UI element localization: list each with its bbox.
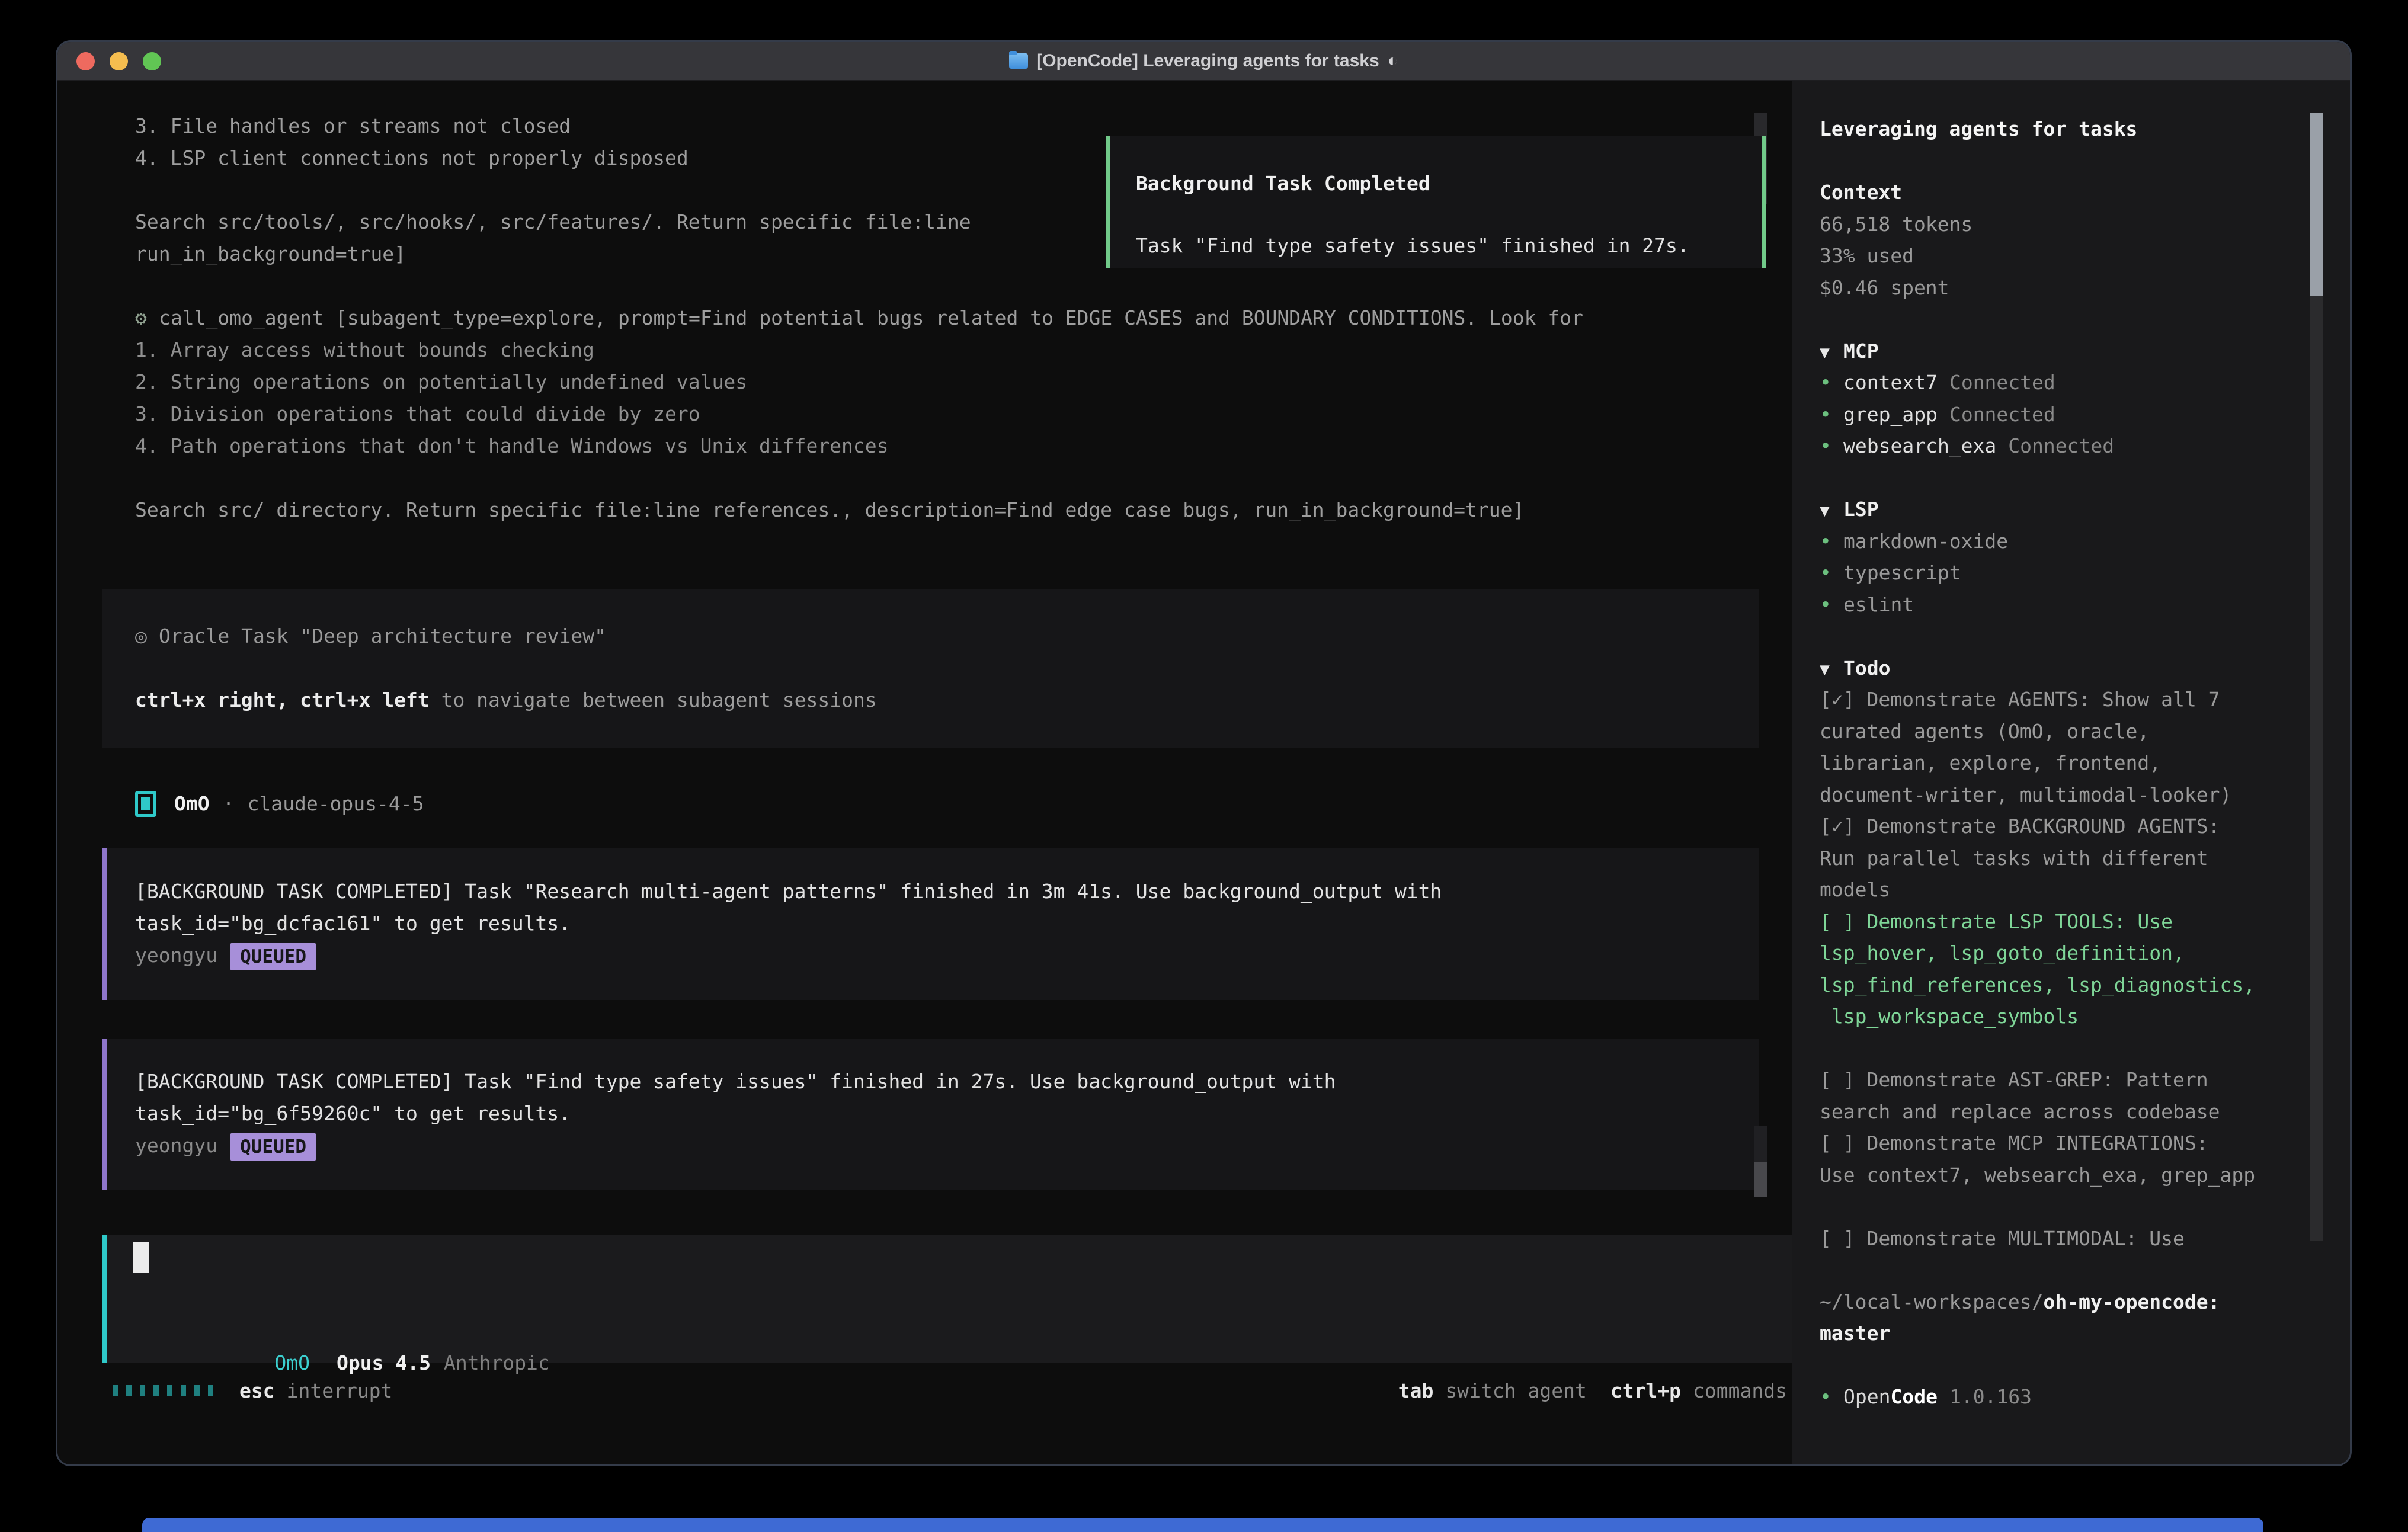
task-author: yeongyu bbox=[135, 1134, 217, 1157]
agent-status-icon bbox=[135, 791, 156, 817]
main-scrollbar-thumb[interactable] bbox=[1754, 1162, 1767, 1197]
task-message-line: [BACKGROUND TASK COMPLETED] Task "Find t… bbox=[107, 1066, 1759, 1098]
todo-item-active: [ ] Demonstrate LSP TOOLS: Use lsp_hover… bbox=[1792, 906, 2350, 1033]
bullet-icon: • bbox=[1820, 589, 1843, 621]
model-indicator: OmOOpus 4.5Anthropic bbox=[133, 1315, 550, 1347]
bullet-icon: • bbox=[1820, 525, 1843, 557]
todo-item: [ ] Demonstrate AST-GREP: Pattern search… bbox=[1792, 1064, 2350, 1127]
ctrlp-key-hint: ctrl+p bbox=[1610, 1379, 1681, 1402]
window-titlebar[interactable]: [OpenCode] Leveraging agents for tasks ◐ bbox=[57, 42, 2350, 81]
section-todo[interactable]: ▼Todo bbox=[1792, 652, 2350, 684]
log-line: 3. Division operations that could divide… bbox=[57, 398, 1792, 430]
tool-call-text: call_omo_agent [subagent_type=explore, p… bbox=[159, 306, 1583, 329]
ctrlp-key-label: commands bbox=[1693, 1379, 1787, 1402]
session-indicator-icon: ◐ bbox=[1388, 51, 1398, 71]
tool-call-line: ⚙call_omo_agent [subagent_type=explore, … bbox=[57, 302, 1792, 334]
log-line: 2. String operations on potentially unde… bbox=[57, 366, 1792, 398]
section-lsp[interactable]: ▼LSP bbox=[1792, 493, 2350, 525]
toast-body: Task "Find type safety issues" finished … bbox=[1110, 230, 1762, 262]
context-heading: Context bbox=[1792, 177, 2350, 209]
todo-item: [ ] Demonstrate MCP INTEGRATIONS: Use co… bbox=[1792, 1127, 2350, 1191]
log-line: 4. Path operations that don't handle Win… bbox=[57, 430, 1792, 462]
session-title: Leveraging agents for tasks bbox=[1792, 113, 2350, 145]
toast-title: Background Task Completed bbox=[1110, 168, 1762, 200]
mcp-item: •context7Connected bbox=[1792, 367, 2350, 399]
hint-text: to navigate between subagent sessions bbox=[430, 688, 877, 711]
main-scrollbar-track[interactable] bbox=[1754, 1126, 1767, 1162]
desktop: [OpenCode] Leveraging agents for tasks ◐… bbox=[0, 0, 2408, 1532]
todo-item: [✓] Demonstrate BACKGROUND AGENTS: Run p… bbox=[1792, 810, 2350, 906]
task-footer: yeongyu QUEUED bbox=[107, 940, 1759, 972]
bullet-icon: • bbox=[1820, 399, 1843, 431]
agent-header: OmO · claude-opus-4-5 bbox=[57, 788, 1792, 820]
hint-keys: ctrl+x right, ctrl+x left bbox=[135, 688, 430, 711]
status-badge: QUEUED bbox=[230, 943, 316, 970]
tab-key-label: switch agent bbox=[1445, 1379, 1586, 1402]
text-cursor bbox=[133, 1242, 149, 1273]
maximize-button[interactable] bbox=[143, 52, 161, 70]
bullet-icon: • bbox=[1820, 367, 1843, 399]
close-button[interactable] bbox=[76, 52, 95, 70]
chat-pane: 3. File handles or streams not closed 4.… bbox=[57, 81, 1792, 1464]
esc-key-label: interrupt bbox=[287, 1379, 393, 1402]
gear-icon: ⚙ bbox=[135, 302, 159, 334]
minimize-button[interactable] bbox=[110, 52, 128, 70]
toast-notification[interactable]: Background Task Completed Task "Find typ… bbox=[1106, 136, 1766, 268]
context-tokens: 66,518 tokens bbox=[1792, 209, 2350, 241]
context-used: 33% used bbox=[1792, 240, 2350, 272]
sidebar: Leveraging agents for tasks Context 66,5… bbox=[1792, 81, 2350, 1464]
window-title-text: [OpenCode] Leveraging agents for tasks bbox=[1036, 51, 1379, 71]
mcp-item: •grep_appConnected bbox=[1792, 399, 2350, 431]
status-bar: esc interrupt tab switch agent ctrl+p co… bbox=[113, 1374, 1787, 1406]
document-icon bbox=[1009, 53, 1028, 69]
dot-separator: · bbox=[223, 788, 235, 820]
oracle-task-card[interactable]: ◎Oracle Task "Deep architecture review" … bbox=[102, 589, 1759, 748]
oracle-nav-hint: ctrl+x right, ctrl+x left to navigate be… bbox=[102, 684, 1759, 716]
task-message-line: task_id="bg_6f59260c" to get results. bbox=[107, 1098, 1759, 1130]
task-footer: yeongyu QUEUED bbox=[107, 1130, 1759, 1162]
oracle-task-title: ◎Oracle Task "Deep architecture review" bbox=[102, 620, 1759, 652]
agent-name: OmO bbox=[174, 788, 210, 820]
bullet-icon: • bbox=[1820, 430, 1843, 462]
radio-ring-icon: ◎ bbox=[135, 620, 159, 652]
task-message-line: [BACKGROUND TASK COMPLETED] Task "Resear… bbox=[107, 876, 1759, 908]
lsp-item: •markdown-oxide bbox=[1792, 525, 2350, 557]
chevron-down-icon: ▼ bbox=[1820, 495, 1843, 527]
lsp-item: •eslint bbox=[1792, 589, 2350, 621]
active-agent-label: OmO bbox=[274, 1351, 310, 1374]
todo-item: [ ] Demonstrate MULTIMODAL: Use bbox=[1792, 1223, 2350, 1255]
mcp-item: •websearch_exaConnected bbox=[1792, 430, 2350, 462]
sidebar-scrollbar-thumb[interactable] bbox=[2310, 113, 2323, 296]
terminal-window: [OpenCode] Leveraging agents for tasks ◐… bbox=[57, 42, 2350, 1464]
context-spent: $0.46 spent bbox=[1792, 272, 2350, 304]
traffic-lights bbox=[76, 42, 161, 80]
bullet-icon: • bbox=[1820, 557, 1843, 589]
app-version: •OpenCode1.0.163 bbox=[1792, 1381, 2350, 1413]
model-name: Opus 4.5 bbox=[337, 1351, 431, 1374]
workspace-branch: master bbox=[1792, 1318, 2350, 1350]
provider-name: Anthropic bbox=[444, 1351, 550, 1374]
task-message-line: task_id="bg_dcfac161" to get results. bbox=[107, 908, 1759, 940]
lsp-item: •typescript bbox=[1792, 557, 2350, 589]
window-title: [OpenCode] Leveraging agents for tasks ◐ bbox=[1009, 51, 1398, 71]
log-line: 1. Array access without bounds checking bbox=[57, 334, 1792, 366]
chevron-down-icon: ▼ bbox=[1820, 653, 1843, 685]
background-task-card[interactable]: [BACKGROUND TASK COMPLETED] Task "Find t… bbox=[102, 1039, 1759, 1190]
section-mcp[interactable]: ▼MCP bbox=[1792, 335, 2350, 367]
status-badge: QUEUED bbox=[230, 1133, 316, 1161]
task-author: yeongyu bbox=[135, 944, 217, 967]
background-task-card[interactable]: [BACKGROUND TASK COMPLETED] Task "Resear… bbox=[102, 848, 1759, 1000]
agent-model: claude-opus-4-5 bbox=[247, 788, 424, 820]
bullet-icon: • bbox=[1820, 1381, 1843, 1413]
chevron-down-icon: ▼ bbox=[1820, 336, 1843, 368]
background-window-edge bbox=[142, 1518, 2263, 1532]
todo-item: [✓] Demonstrate AGENTS: Show all 7 curat… bbox=[1792, 684, 2350, 810]
tab-key-hint: tab bbox=[1398, 1379, 1434, 1402]
log-line: Search src/ directory. Return specific f… bbox=[57, 494, 1792, 526]
prompt-input[interactable]: OmOOpus 4.5Anthropic bbox=[102, 1235, 1792, 1363]
workspace-path: ~/local-workspaces/oh-my-opencode: bbox=[1792, 1286, 2350, 1318]
